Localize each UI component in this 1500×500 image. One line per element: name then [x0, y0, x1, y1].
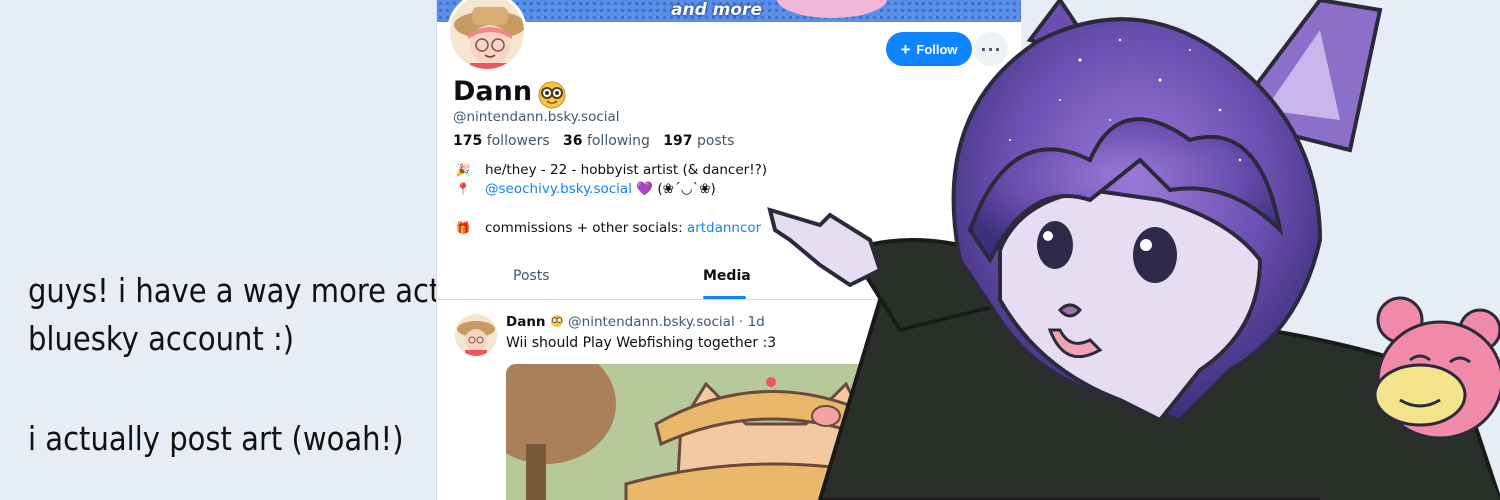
- caption-line-1: guys! i have a way more active: [28, 271, 484, 310]
- gift-icon: 🎁: [455, 221, 471, 235]
- display-name: Dann: [453, 76, 533, 107]
- nerd-face-icon: [550, 314, 568, 330]
- tab-posts[interactable]: Posts: [513, 268, 550, 284]
- post-header: Dann @nintendann.bsky.social · 1d: [506, 314, 765, 330]
- banner-text: and more: [671, 0, 762, 20]
- partner-handle-link[interactable]: @seochivy.bsky.social: [485, 181, 632, 197]
- post-author[interactable]: Dann: [506, 314, 546, 330]
- profile-handle: @nintendann.bsky.social: [453, 109, 620, 125]
- pushpin-icon: 📍: [455, 182, 471, 196]
- following-link[interactable]: 36 following: [563, 133, 650, 149]
- followers-link[interactable]: 175 followers: [453, 133, 550, 149]
- profile-stats: 175 followers 36 following 197 posts: [453, 133, 734, 149]
- bio-line-1: 🎉 he/they - 22 - hobbyist artist (& dance…: [453, 162, 768, 178]
- posts-count: 197 posts: [663, 133, 735, 149]
- post-handle[interactable]: @nintendann.bsky.social: [568, 314, 735, 330]
- active-tab-indicator: [703, 296, 746, 299]
- avatar[interactable]: [447, 0, 527, 72]
- bio-line-2: 📍 @seochivy.bsky.social 💜 (❀´◡`❀): [453, 181, 716, 197]
- post-avatar[interactable]: [455, 314, 497, 356]
- nerd-face-icon: [538, 81, 566, 109]
- caption-line-3: i actually post art (woah!): [28, 419, 404, 458]
- post-text: Wii should Play Webfishing together :3: [506, 335, 777, 351]
- bio-line-3: 🎁 commissions + other socials: artdanncor: [453, 220, 762, 236]
- party-popper-icon: 🎉: [455, 163, 471, 177]
- caption-line-2: bluesky account :): [28, 319, 295, 358]
- wolf-character-illustration: [767, 0, 1500, 500]
- socials-link[interactable]: artdanncor: [687, 220, 761, 236]
- tab-media[interactable]: Media: [703, 268, 751, 284]
